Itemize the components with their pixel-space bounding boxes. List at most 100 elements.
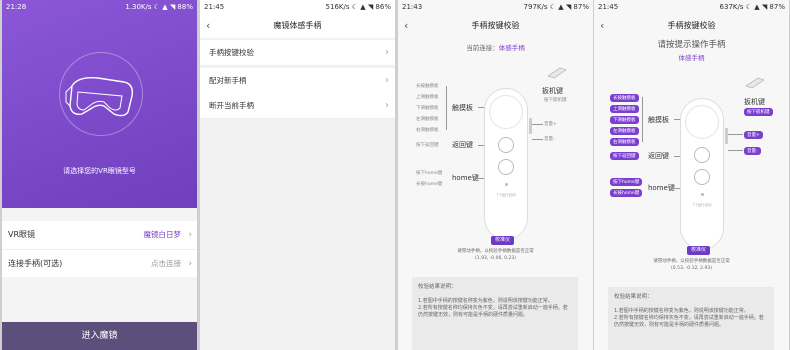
connect-controller-value: 点击连接 xyxy=(151,259,181,268)
page-title: 魔镜体感手柄 xyxy=(273,21,322,30)
leader-line xyxy=(532,139,543,140)
label-swipe-up: 上滑触摸板 xyxy=(610,105,639,113)
shake-hint: 请晃动手柄，以校验手柄数据是否正常 xyxy=(653,259,730,264)
screen-vr-select: 请选择您的VR眼镜型号 21:28 1.30K/s ☾ ▲ ◥ 88% VR眼镜… xyxy=(2,0,197,350)
label-long-press-touchpad: 长按触摸板 xyxy=(416,84,439,89)
result-line-1: 1.若图中手柄的按键名称变为紫色，则说明该按键功能正常。 xyxy=(418,298,553,304)
status-time: 21:45 xyxy=(204,3,225,11)
calibrate-button[interactable]: 校准仪 xyxy=(687,246,711,255)
leader-line xyxy=(532,124,543,125)
enter-button[interactable]: 进入魔镜 xyxy=(2,322,197,350)
status-time: 21:43 xyxy=(402,3,423,11)
menu-item-label: 断开当前手柄 xyxy=(209,101,254,110)
label-volume-down: 音量- xyxy=(744,147,761,155)
status-icons: 797K/s ☾ ▲ ◥ 87% xyxy=(523,3,589,11)
chevron-right-icon: › xyxy=(385,75,389,86)
status-icons: 637K/s ☾ ▲ ◥ 87% xyxy=(719,3,785,11)
bracket-line xyxy=(446,86,447,130)
label-swipe-left: 左滑触摸板 xyxy=(416,117,439,122)
nav-bar: ‹ 手柄按键校验 xyxy=(398,14,593,38)
shake-hint: 请晃动手柄，以校验手柄数据是否正常 xyxy=(457,249,534,254)
status-icons: 1.30K/s ☾ ▲ ◥ 88% xyxy=(125,3,193,11)
calibrate-button[interactable]: 校准仪 xyxy=(491,236,515,245)
nav-bar: ‹ 魔镜体感手柄 xyxy=(200,14,395,38)
sensor-readout: (0.53, -0.12, 2.93) xyxy=(671,266,712,271)
status-bar: 21:45 516K/s ☾ ▲ ◥ 86% xyxy=(200,0,395,14)
touchpad xyxy=(489,95,523,129)
touchpad-label: 触摸板 xyxy=(452,104,473,112)
label-swipe-down: 下滑触摸板 xyxy=(610,116,639,124)
menu-item-disconnect[interactable]: 断开当前手柄 › xyxy=(200,93,395,119)
vr-headset-icon xyxy=(65,76,134,117)
label-press-home: 按下home键 xyxy=(416,171,443,176)
status-bar: 21:28 1.30K/s ☾ ▲ ◥ 88% xyxy=(2,0,197,14)
label-swipe-right: 右滑触摸板 xyxy=(610,138,639,146)
back-arrow-icon[interactable]: ‹ xyxy=(206,14,210,38)
menu-item-key-check[interactable]: 手柄按键校验 › xyxy=(200,40,395,66)
label-long-press-touchpad: 长按触摸板 xyxy=(610,94,639,102)
controller-image: T-T运行自动 xyxy=(680,98,724,250)
leader-line xyxy=(728,134,743,135)
page-title: 手柄按键校验 xyxy=(667,21,716,30)
screen-controller-menu: 21:45 516K/s ☾ ▲ ◥ 86% ‹ 魔镜体感手柄 手柄按键校验 ›… xyxy=(200,0,395,350)
chevron-right-icon: › xyxy=(188,230,192,240)
vr-glasses-row[interactable]: VR眼镜 魔镜白日梦 › xyxy=(2,221,197,249)
menu-item-label: 手柄按键校验 xyxy=(209,48,254,57)
trigger-label: 扳机键 xyxy=(542,87,563,95)
label-long-home: 长按home键 xyxy=(610,189,643,197)
label-press-trigger: 按下扳机键 xyxy=(544,98,567,103)
controller-image: T-T运行自动 xyxy=(484,88,528,240)
label-press-home: 按下home键 xyxy=(610,178,643,186)
result-panel: 校验结果说明： 1.若图中手柄的按键名称变为紫色，则说明该按键功能正常。 2.若… xyxy=(608,287,774,350)
status-bar: 21:43 797K/s ☾ ▲ ◥ 87% xyxy=(398,0,593,14)
nav-bar: ‹ 手柄按键校验 xyxy=(594,14,789,38)
label-swipe-up: 上滑触摸板 xyxy=(416,95,439,100)
connect-controller-row[interactable]: 连接手柄(可选) 点击连接 › xyxy=(2,249,197,277)
status-time: 21:45 xyxy=(598,3,619,11)
screen-key-check: 21:43 797K/s ☾ ▲ ◥ 87% ‹ 手柄按键校验 当前连接：体感手… xyxy=(398,0,593,350)
vr-glasses-value: 魔镜白日梦 xyxy=(143,230,182,239)
home-button xyxy=(498,159,514,175)
label-swipe-left: 左滑触摸板 xyxy=(610,127,639,135)
controller-brand: T-T运行自动 xyxy=(496,193,516,197)
chevron-right-icon: › xyxy=(385,100,389,111)
indicator-dot xyxy=(505,183,508,186)
volume-rocker xyxy=(725,128,728,144)
back-arrow-icon[interactable]: ‹ xyxy=(600,14,604,38)
result-title: 校验结果说明： xyxy=(614,294,653,300)
back-key-label: 返回键 xyxy=(452,141,473,149)
select-prompt: 请选择您的VR眼镜型号 xyxy=(63,167,136,175)
connection-label: 当前连接： xyxy=(466,44,499,52)
volume-rocker xyxy=(529,118,532,134)
label-long-home: 长按home键 xyxy=(416,182,443,187)
leader-line xyxy=(728,150,743,151)
chevron-right-icon: › xyxy=(385,47,389,58)
operation-prompt: 请按提示操作手柄 xyxy=(657,40,726,50)
result-panel: 校验结果说明： 1.若图中手柄的按键名称变为紫色，则说明该按键功能正常。 2.若… xyxy=(412,277,578,350)
label-volume-up: 音量+ xyxy=(544,122,557,127)
home-key-label: home键 xyxy=(648,184,675,192)
trigger-icon xyxy=(745,77,765,89)
label-press-back: 按下返回键 xyxy=(416,143,439,148)
status-bar: 21:45 637K/s ☾ ▲ ◥ 87% xyxy=(594,0,789,14)
label-volume-down: 音量- xyxy=(544,137,555,142)
connected-device: 体感手柄 xyxy=(678,54,705,62)
label-press-back: 按下返回键 xyxy=(610,152,639,160)
hero-panel: 请选择您的VR眼镜型号 xyxy=(2,0,197,208)
trigger-icon xyxy=(547,67,567,79)
back-button xyxy=(694,147,710,163)
screen-key-check-prompt: 21:45 637K/s ☾ ▲ ◥ 87% ‹ 手柄按键校验 请按提示操作手柄… xyxy=(594,0,789,350)
label-swipe-right: 右滑触摸板 xyxy=(416,128,439,133)
home-button xyxy=(694,169,710,185)
connect-controller-label: 连接手柄(可选) xyxy=(8,259,63,268)
sensor-readout: (1.93, -0.06, 0.23) xyxy=(475,256,516,261)
chevron-right-icon: › xyxy=(188,259,192,269)
status-icons: 516K/s ☾ ▲ ◥ 86% xyxy=(325,3,391,11)
menu-item-label: 配对新手柄 xyxy=(209,76,247,85)
trigger-label: 扳机键 xyxy=(744,98,765,106)
menu-item-pair-new[interactable]: 配对新手柄 › xyxy=(200,68,395,94)
connected-device: 体感手柄 xyxy=(498,44,525,52)
label-press-trigger: 按下扳机键 xyxy=(744,108,773,116)
bracket-line xyxy=(642,97,643,142)
back-arrow-icon[interactable]: ‹ xyxy=(404,14,408,38)
